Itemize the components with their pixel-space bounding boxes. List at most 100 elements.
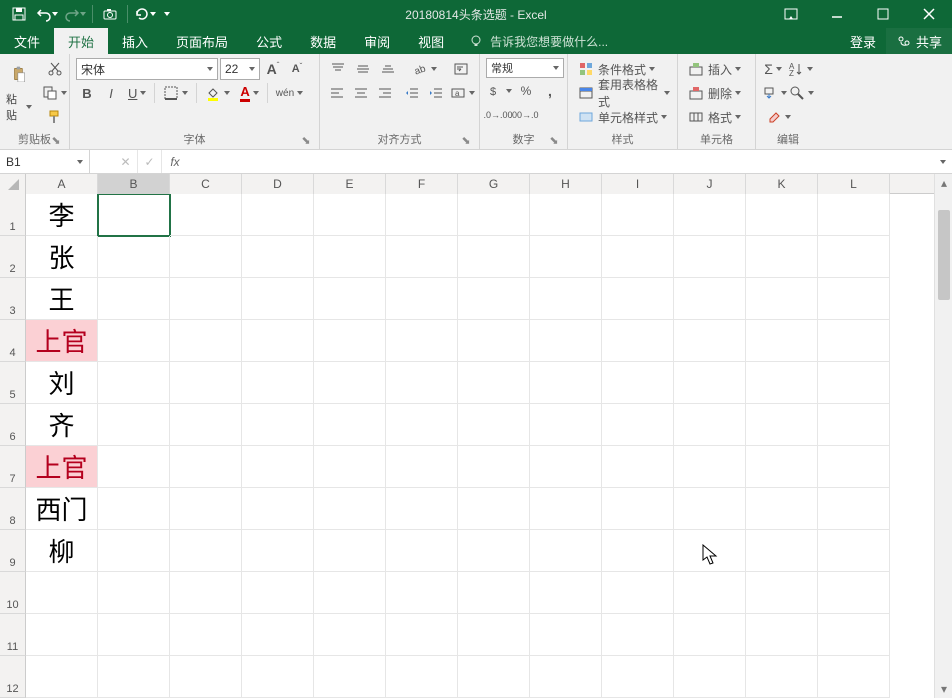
decrease-decimal-button[interactable]: .00→.0 [512,104,536,126]
column-header-J[interactable]: J [674,174,746,194]
cell-J2[interactable] [674,236,746,278]
underline-button[interactable]: U [124,82,150,104]
tab-formulas[interactable]: 公式 [242,28,296,54]
row-header-8[interactable]: 8 [0,488,26,530]
cell-C10[interactable] [170,572,242,614]
cell-G11[interactable] [458,614,530,656]
cell-A7[interactable]: 上官 [26,446,98,488]
delete-cells-button[interactable]: 删除 [684,82,752,104]
cell-L3[interactable] [818,278,890,320]
fx-label[interactable]: fx [162,150,188,173]
column-header-C[interactable]: C [170,174,242,194]
cell-I7[interactable] [602,446,674,488]
row-header-9[interactable]: 9 [0,530,26,572]
cell-L10[interactable] [818,572,890,614]
cell-H11[interactable] [530,614,602,656]
cell-K1[interactable] [746,194,818,236]
align-right-button[interactable] [374,82,396,104]
cell-I11[interactable] [602,614,674,656]
cell-H8[interactable] [530,488,602,530]
column-header-A[interactable]: A [26,174,98,194]
wrap-text-button[interactable] [450,58,473,80]
cell-E12[interactable] [314,656,386,698]
font-name-select[interactable]: 宋体 [76,58,218,80]
format-painter-button[interactable] [38,106,71,128]
column-header-H[interactable]: H [530,174,602,194]
undo-button[interactable] [34,1,60,27]
tab-home[interactable]: 开始 [54,28,108,54]
cell-A5[interactable]: 刘 [26,362,98,404]
cell-B1[interactable] [98,194,170,236]
cell-J5[interactable] [674,362,746,404]
align-center-button[interactable] [350,82,372,104]
cell-K2[interactable] [746,236,818,278]
cell-B5[interactable] [98,362,170,404]
tab-page-layout[interactable]: 页面布局 [162,28,242,54]
font-size-select[interactable]: 22 [220,58,260,80]
cell-H2[interactable] [530,236,602,278]
row-header-12[interactable]: 12 [0,656,26,698]
cell-J6[interactable] [674,404,746,446]
cell-E2[interactable] [314,236,386,278]
redo-button[interactable] [62,1,88,27]
cell-L9[interactable] [818,530,890,572]
cell-D10[interactable] [242,572,314,614]
find-select-button[interactable] [789,82,814,104]
row-header-4[interactable]: 4 [0,320,26,362]
cell-I10[interactable] [602,572,674,614]
bold-button[interactable]: B [76,82,98,104]
cell-K12[interactable] [746,656,818,698]
cell-F2[interactable] [386,236,458,278]
cell-L1[interactable] [818,194,890,236]
cell-K10[interactable] [746,572,818,614]
cell-A3[interactable]: 王 [26,278,98,320]
cell-F1[interactable] [386,194,458,236]
scroll-up-button[interactable]: ▴ [935,174,952,192]
cell-C1[interactable] [170,194,242,236]
cell-E7[interactable] [314,446,386,488]
cell-H9[interactable] [530,530,602,572]
cell-B10[interactable] [98,572,170,614]
cell-C7[interactable] [170,446,242,488]
clear-button[interactable] [762,106,795,128]
cell-L4[interactable] [818,320,890,362]
column-header-I[interactable]: I [602,174,674,194]
cell-G1[interactable] [458,194,530,236]
font-launcher[interactable]: ⬊ [299,133,313,147]
insert-cells-button[interactable]: 插入 [684,58,752,80]
column-header-F[interactable]: F [386,174,458,194]
cell-G10[interactable] [458,572,530,614]
cell-E11[interactable] [314,614,386,656]
cell-I3[interactable] [602,278,674,320]
save-button[interactable] [6,1,32,27]
cell-D11[interactable] [242,614,314,656]
cell-A11[interactable] [26,614,98,656]
italic-button[interactable]: I [100,82,122,104]
tab-review[interactable]: 审阅 [350,28,404,54]
cell-F11[interactable] [386,614,458,656]
cell-K11[interactable] [746,614,818,656]
cell-I2[interactable] [602,236,674,278]
cell-C6[interactable] [170,404,242,446]
cell-styles-button[interactable]: 单元格样式 [574,106,674,128]
cell-L2[interactable] [818,236,890,278]
cell-F10[interactable] [386,572,458,614]
cell-L8[interactable] [818,488,890,530]
cell-K4[interactable] [746,320,818,362]
cell-A2[interactable]: 张 [26,236,98,278]
align-bottom-button[interactable] [376,58,399,80]
name-box[interactable]: B1 [0,150,90,173]
tab-insert[interactable]: 插入 [108,28,162,54]
cell-C8[interactable] [170,488,242,530]
decrease-indent-button[interactable] [401,82,423,104]
format-cells-button[interactable]: 格式 [684,106,752,128]
paste-button[interactable]: 粘贴 [6,58,32,124]
cell-J9[interactable] [674,530,746,572]
cell-D1[interactable] [242,194,314,236]
cell-E1[interactable] [314,194,386,236]
cell-G9[interactable] [458,530,530,572]
cell-I6[interactable] [602,404,674,446]
cell-L5[interactable] [818,362,890,404]
cell-A10[interactable] [26,572,98,614]
tab-file[interactable]: 文件 [0,28,54,54]
